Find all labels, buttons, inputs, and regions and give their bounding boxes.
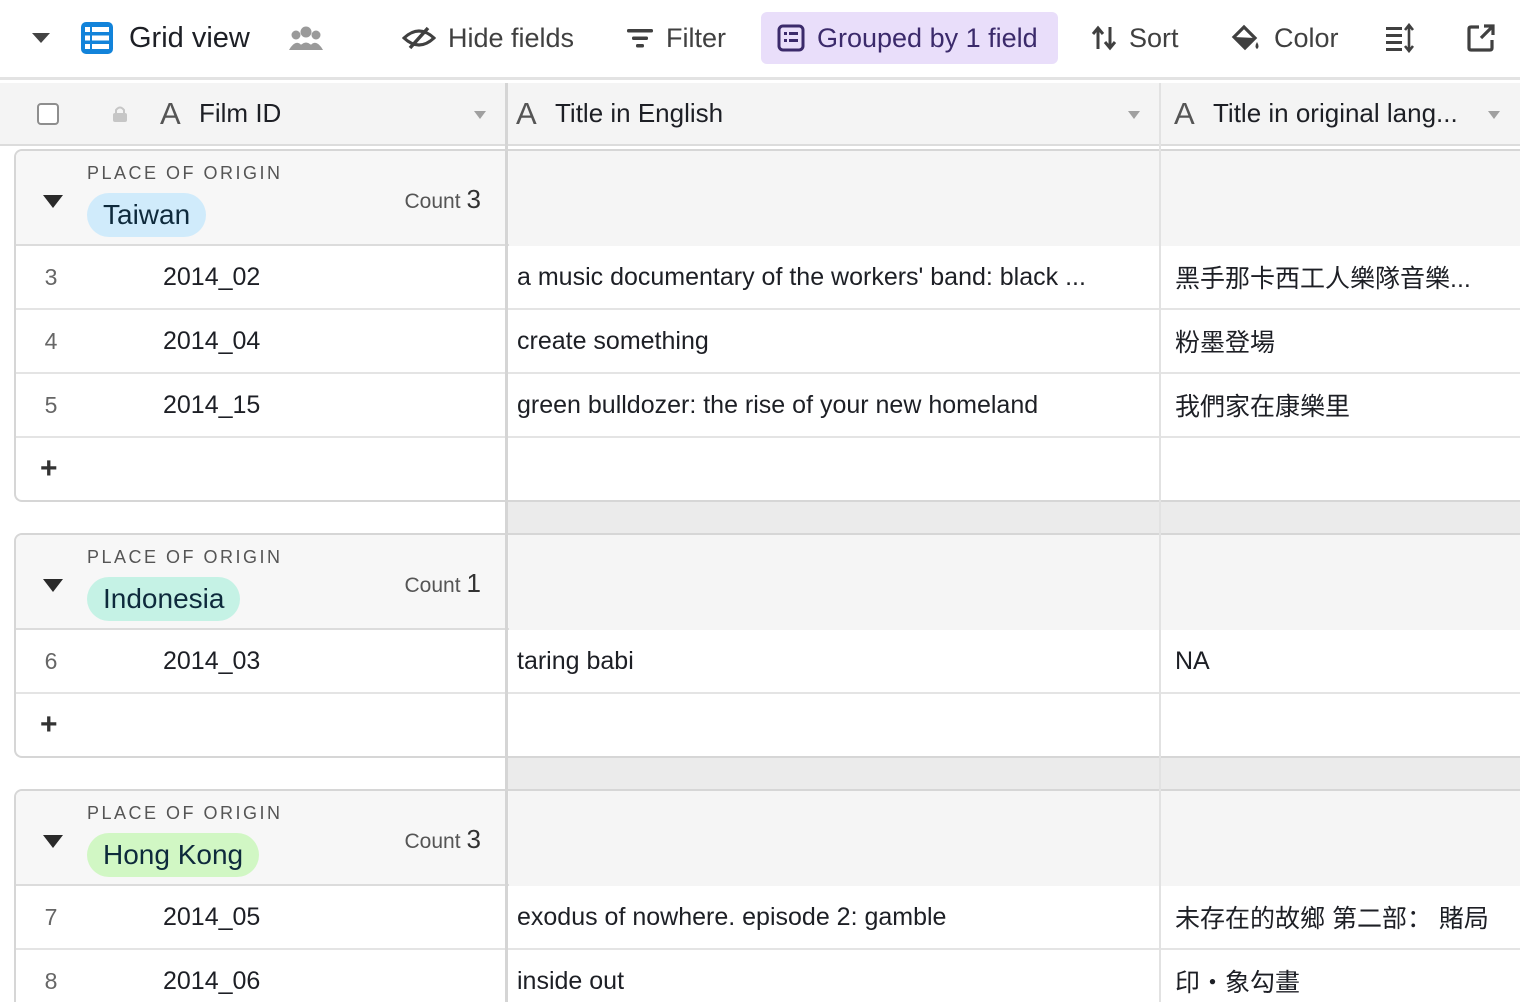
cell-title-en[interactable]: create something (517, 310, 1147, 372)
group-field-label: PLACE OF ORIGIN (87, 547, 283, 567)
sort-label: Sort (1129, 22, 1179, 53)
row-height-icon[interactable] (1384, 12, 1416, 64)
view-toolbar: Grid view Hide fields Filter Grouped by … (0, 0, 1520, 80)
filter-button[interactable]: Filter (626, 12, 726, 64)
cell-film-id[interactable]: 2014_06 (163, 950, 493, 1002)
group-value-pill: Taiwan (87, 193, 207, 237)
collapse-group-icon[interactable] (43, 579, 63, 592)
view-switcher[interactable]: Grid view (80, 12, 250, 64)
cell-title-en[interactable]: taring babi (517, 630, 1147, 692)
sort-icon (1091, 25, 1117, 51)
group-icon (777, 24, 805, 52)
column-header-film-id[interactable]: A Film ID (160, 83, 500, 144)
table-row[interactable]: 7 2014_05 exodus of nowhere. episode 2: … (16, 886, 1520, 950)
cell-title-en[interactable]: inside out (517, 950, 1147, 1002)
group-header[interactable]: PLACE OF ORIGIN Indonesia Count 1 (16, 535, 1520, 630)
group-separator (505, 758, 1520, 789)
table-row[interactable]: 6 2014_03 taring babi NA (16, 630, 1520, 694)
table-row[interactable]: 5 2014_15 green bulldozer: the rise of y… (16, 374, 1520, 438)
group-taiwan: PLACE OF ORIGIN Taiwan Count 3 3 2014_02 … (14, 149, 1520, 502)
color-button[interactable]: Color (1230, 12, 1339, 64)
text-field-icon: A (516, 95, 537, 131)
view-name: Grid view (129, 21, 250, 54)
cell-film-id[interactable]: 2014_02 (163, 246, 493, 308)
row-number: 5 (44, 391, 58, 418)
text-field-icon: A (1174, 95, 1195, 131)
row-number: 6 (44, 647, 58, 674)
lock-icon (112, 83, 128, 144)
column-title: Title in English (555, 98, 724, 128)
cell-title-en[interactable]: exodus of nowhere. episode 2: gamble (517, 886, 1147, 948)
color-label: Color (1274, 22, 1339, 53)
group-count: Count 1 (404, 568, 481, 598)
group-header[interactable]: PLACE OF ORIGIN Taiwan Count 3 (16, 151, 1520, 246)
table-row[interactable]: 4 2014_04 create something 粉墨登場 (16, 310, 1520, 374)
table-row[interactable]: 8 2014_06 inside out 印・象勾畫 (16, 950, 1520, 1002)
group-count: Count 3 (404, 184, 481, 214)
group-value-pill: Hong Kong (87, 833, 260, 877)
group-count: Count 3 (404, 824, 481, 854)
group-label: Grouped by 1 field (817, 22, 1038, 53)
row-number: 7 (44, 903, 58, 930)
cell-title-original[interactable]: 未存在的故鄉 第二部： 賭局 (1175, 886, 1520, 948)
cell-title-original[interactable]: 黑手那卡西工人樂隊音樂... (1175, 246, 1520, 308)
column-title: Film ID (199, 98, 282, 128)
group-indonesia: PLACE OF ORIGIN Indonesia Count 1 6 2014_… (14, 533, 1520, 758)
eye-slash-icon (402, 26, 436, 50)
hide-fields-button[interactable]: Hide fields (402, 12, 574, 64)
column-divider[interactable] (1159, 83, 1161, 1002)
group-separator (505, 502, 1520, 533)
collapse-group-icon[interactable] (43, 835, 63, 848)
add-record-row[interactable]: + (16, 438, 1520, 500)
column-title: Title in original lang... (1213, 98, 1458, 128)
group-button[interactable]: Grouped by 1 field (761, 12, 1058, 64)
column-menu-chevron-icon[interactable] (474, 111, 486, 119)
cell-film-id[interactable]: 2014_05 (163, 886, 493, 948)
add-record-button[interactable]: + (40, 452, 58, 486)
row-number: 4 (44, 327, 58, 354)
cell-film-id[interactable]: 2014_15 (163, 374, 493, 436)
group-header[interactable]: PLACE OF ORIGIN Hong Kong Count 3 (16, 791, 1520, 886)
column-menu-chevron-icon[interactable] (1128, 111, 1140, 119)
group-hong-kong: PLACE OF ORIGIN Hong Kong Count 3 7 2014_… (14, 789, 1520, 1002)
sort-button[interactable]: Sort (1091, 12, 1179, 64)
collapse-group-icon[interactable] (43, 195, 63, 208)
cell-title-original[interactable]: 我們家在康樂里 (1175, 374, 1520, 436)
hide-fields-label: Hide fields (448, 22, 575, 53)
cell-title-en[interactable]: a music documentary of the workers' band… (517, 246, 1147, 308)
column-menu-chevron-icon[interactable] (1488, 111, 1500, 119)
filter-label: Filter (666, 22, 726, 53)
group-value-pill: Indonesia (87, 577, 241, 621)
filter-icon (626, 26, 654, 50)
table-row[interactable]: 3 2014_02 a music documentary of the wor… (16, 246, 1520, 310)
cell-title-original[interactable]: 粉墨登場 (1175, 310, 1520, 372)
cell-title-original[interactable]: 印・象勾畫 (1175, 950, 1520, 1002)
group-field-label: PLACE OF ORIGIN (87, 163, 283, 183)
cell-film-id[interactable]: 2014_03 (163, 630, 493, 692)
column-header-row: A Film ID A Title in English A Title in … (0, 83, 1520, 146)
column-header-title-original[interactable]: A Title in original lang... (1174, 83, 1520, 144)
select-all-checkbox[interactable] (37, 83, 59, 144)
share-view-icon[interactable] (1466, 12, 1496, 64)
paint-bucket-icon (1230, 23, 1262, 53)
add-record-row[interactable]: + (16, 694, 1520, 756)
row-number: 8 (44, 967, 58, 994)
frozen-column-divider[interactable] (505, 83, 508, 1002)
grid-icon (80, 21, 114, 55)
text-field-icon: A (160, 95, 181, 131)
add-record-button[interactable]: + (40, 708, 58, 742)
collaborators-icon[interactable] (288, 12, 324, 64)
column-header-title-en[interactable]: A Title in English (516, 83, 1156, 144)
group-field-label: PLACE OF ORIGIN (87, 803, 283, 823)
cell-film-id[interactable]: 2014_04 (163, 310, 493, 372)
cell-title-en[interactable]: green bulldozer: the rise of your new ho… (517, 374, 1147, 436)
view-menu-chevron-icon[interactable] (30, 12, 52, 64)
row-number: 3 (44, 263, 58, 290)
cell-title-original[interactable]: NA (1175, 630, 1520, 692)
